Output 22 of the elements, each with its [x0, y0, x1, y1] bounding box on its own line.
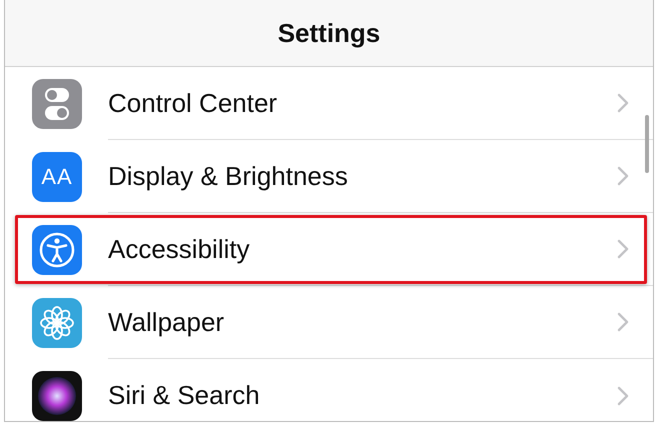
siri-icon: [32, 370, 82, 420]
row-label: Siri & Search: [108, 380, 260, 411]
chevron-icon: [617, 93, 629, 113]
screen-title: Settings: [278, 18, 380, 48]
flower-icon: [32, 298, 82, 348]
scrollbar: [645, 115, 649, 173]
settings-row[interactable]: Siri & Search: [5, 359, 653, 421]
chevron-icon: [617, 386, 629, 406]
settings-row[interactable]: Accessibility: [5, 213, 653, 286]
row-label: Accessibility: [108, 234, 250, 264]
text-size-icon: AA: [32, 152, 82, 202]
row-label: Wallpaper: [108, 306, 224, 338]
row-label: Display & Brightness: [108, 160, 348, 192]
settings-row[interactable]: AA Display & Brightness: [5, 140, 653, 213]
chevron-icon: [617, 312, 629, 332]
toggles-icon: [32, 78, 82, 128]
accessibility-icon: [32, 224, 82, 274]
chevron-icon: [617, 239, 629, 259]
settings-row[interactable]: Control Center: [5, 67, 653, 140]
row-label: Control Center: [108, 88, 278, 118]
chevron-icon: [617, 166, 629, 186]
settings-row[interactable]: Wallpaper: [5, 286, 653, 359]
